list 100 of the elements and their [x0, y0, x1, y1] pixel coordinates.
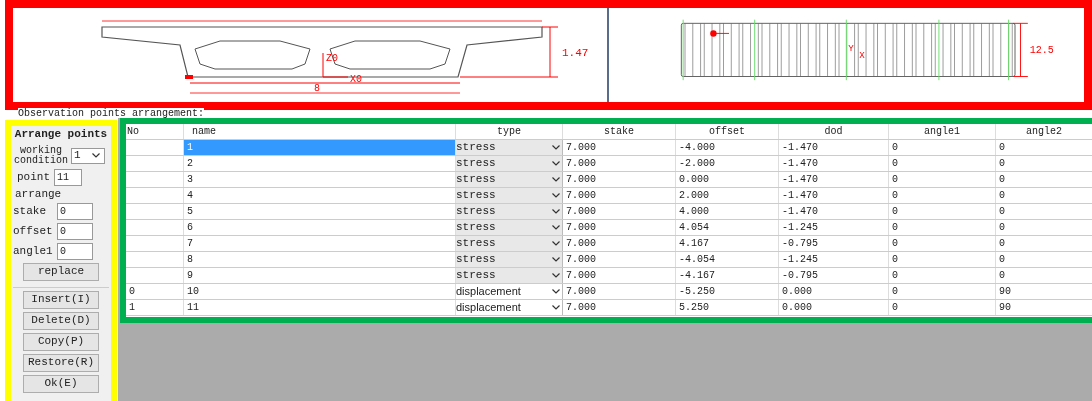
table-cell: 0	[889, 236, 996, 251]
column-header: No	[126, 124, 184, 139]
column-header: offset	[676, 124, 779, 139]
table-cell: 0	[126, 284, 184, 299]
table-cell: 90	[996, 284, 1092, 299]
column-header: name	[184, 124, 456, 139]
table-cell: 0.000	[676, 172, 779, 187]
working-condition-select[interactable]: 1	[71, 147, 105, 164]
table-cell: 2.000	[676, 188, 779, 203]
table-cell: -1.470	[779, 140, 889, 155]
table-cell: -1.470	[779, 188, 889, 203]
table-cell: 7.000	[563, 172, 676, 187]
action-button[interactable]: Copy(P)	[23, 332, 99, 351]
table-cell: 0	[996, 188, 1092, 203]
table-cell: 7.000	[563, 236, 676, 251]
table-cell: 0	[889, 172, 996, 187]
table-cell: -1.245	[779, 220, 889, 235]
table-cell: 0	[889, 300, 996, 315]
table-cell: 0.000	[779, 284, 889, 299]
axis-label: X0	[350, 74, 362, 85]
dimension-label: 8	[314, 83, 320, 94]
table-cell: -1.245	[779, 252, 889, 267]
table-cell: -0.795	[779, 268, 889, 283]
table-cell: 7.000	[563, 204, 676, 219]
table-cell: 0	[889, 188, 996, 203]
caret-icon	[552, 145, 560, 150]
caret-icon	[552, 177, 560, 182]
type-select[interactable]: stress	[456, 268, 563, 283]
caption: Observation points arrangement:	[18, 108, 205, 119]
caret-icon	[552, 193, 560, 198]
axis-label: Z0	[326, 53, 338, 64]
table-cell: 7.000	[563, 268, 676, 283]
table-cell: 0	[996, 268, 1092, 283]
table-cell: -1.470	[779, 204, 889, 219]
caret-icon	[552, 241, 560, 246]
table-cell: 4.167	[676, 236, 779, 251]
type-select[interactable]: stress	[456, 188, 563, 203]
working-condition-label: working condition	[13, 145, 69, 166]
action-button[interactable]: Ok(E)	[23, 374, 99, 393]
field-label: stake	[13, 203, 47, 219]
table-cell: 0	[996, 140, 1092, 155]
dimension-label: 12.5	[1029, 44, 1054, 56]
table-cell: -5.250	[676, 284, 779, 299]
table-cell: 0	[889, 140, 996, 155]
type-select[interactable]: stress	[456, 156, 563, 171]
table-cell: 0	[996, 204, 1092, 219]
type-select[interactable]: stress	[456, 172, 563, 187]
table-cell: 7.000	[563, 156, 676, 171]
value-field[interactable]: 0	[57, 202, 93, 220]
type-select[interactable]: stress	[456, 204, 563, 219]
table-cell: 0	[889, 268, 996, 283]
axis-label: X	[859, 50, 865, 62]
table-cell: 0	[996, 172, 1092, 187]
table-cell: 0	[889, 156, 996, 171]
caret-icon	[552, 257, 560, 262]
table-cell: -4.000	[676, 140, 779, 155]
action-button[interactable]: Restore(R)	[23, 353, 99, 372]
table-cell: -1.470	[779, 172, 889, 187]
type-select[interactable]: stress	[456, 236, 563, 251]
table-cell: 0.000	[779, 300, 889, 315]
type-select[interactable]: displacement	[456, 300, 563, 315]
table-cell: -0.795	[779, 236, 889, 251]
arrange-label: arrange	[14, 188, 63, 200]
axis-label: Y	[848, 42, 854, 54]
table-cell: 0	[996, 156, 1092, 171]
table-cell: 1	[126, 300, 184, 315]
action-button[interactable]: Delete(D)	[23, 311, 99, 330]
replace-button[interactable]: replace	[23, 262, 99, 281]
table-cell: -1.470	[779, 156, 889, 171]
table-cell: 5.250	[676, 300, 779, 315]
table-cell: 0	[889, 284, 996, 299]
point-field[interactable]: 11	[54, 168, 82, 186]
table-cell: 0	[889, 252, 996, 267]
type-select[interactable]: displacement	[456, 284, 563, 299]
table-cell: -4.167	[676, 268, 779, 283]
panel-title: Arrange points	[13, 127, 109, 142]
field-label: offset	[13, 223, 54, 239]
field-label: angle1	[13, 243, 54, 259]
type-select[interactable]: stress	[456, 140, 563, 155]
caret-icon	[552, 305, 560, 310]
table-cell: 0	[889, 220, 996, 235]
caret-icon	[552, 161, 560, 166]
table-cell: 90	[996, 300, 1092, 315]
table-cell: 7.000	[563, 140, 676, 155]
table-cell: 7.000	[563, 252, 676, 267]
point-label: point	[17, 169, 50, 185]
type-select[interactable]: stress	[456, 220, 563, 235]
table-cell: 0	[996, 252, 1092, 267]
table-cell: 7.000	[563, 300, 676, 315]
caret-icon	[552, 225, 560, 230]
caret-icon	[552, 209, 560, 214]
table-cell: 4.054	[676, 220, 779, 235]
table-cell: 0	[996, 220, 1092, 235]
value-field[interactable]: 0	[57, 222, 93, 240]
column-header: type	[456, 124, 563, 139]
value-field[interactable]: 0	[57, 242, 93, 260]
table-cell: -2.000	[676, 156, 779, 171]
type-select[interactable]: stress	[456, 252, 563, 267]
action-button[interactable]: Insert(I)	[23, 290, 99, 309]
table-cell: 7.000	[563, 284, 676, 299]
